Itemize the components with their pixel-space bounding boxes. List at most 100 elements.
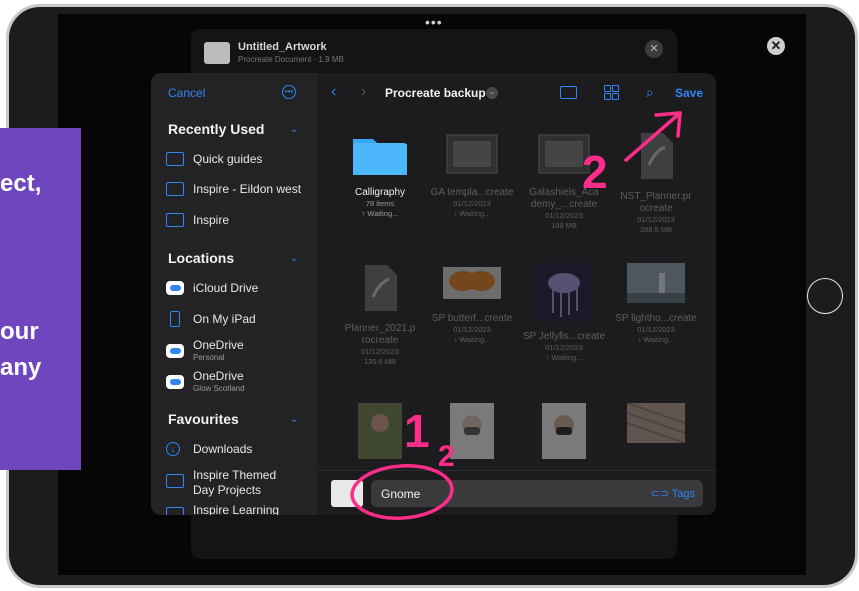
side-panel-text-1: ect,: [0, 170, 42, 197]
onedrive-icon: [166, 375, 184, 389]
file-meta: 01/12/2023: [453, 199, 491, 208]
section-locations[interactable]: Locations: [168, 250, 234, 266]
home-button[interactable]: [807, 278, 843, 314]
sidebar-item-inspire-learning[interactable]: Inspire Learning: [166, 501, 316, 515]
grid-view-icon[interactable]: [604, 85, 619, 100]
icloud-icon: [166, 281, 184, 295]
sidebar-item-inspire[interactable]: Inspire: [166, 211, 316, 233]
sidebar-item-inspire-themed[interactable]: Inspire Themed Day Projects: [166, 466, 316, 497]
filename-input[interactable]: Gnome ⊂⊃ Tags: [371, 480, 703, 507]
file-tile[interactable]: SP Jellyfis...create 01/12/2023 ↑ Waiting.…: [521, 263, 607, 363]
sidebar-item-on-my-ipad[interactable]: On My iPad: [166, 310, 316, 332]
sidebar-item-quick-guides[interactable]: Quick guides: [166, 150, 316, 172]
document-close-icon[interactable]: ✕: [645, 40, 663, 58]
file-thumbnail: [613, 131, 699, 186]
file-name: SP Jellyfis...create: [522, 331, 606, 342]
file-thumbnail: [337, 263, 423, 318]
file-meta: ↑ Waiting...: [637, 335, 675, 344]
file-tile[interactable]: [613, 402, 699, 453]
file-name: Galashiels_Aca demy_...create: [529, 187, 599, 210]
file-meta: ↑ Waiting...: [545, 353, 583, 362]
sidebar-item-icloud-drive[interactable]: iCloud Drive: [166, 279, 316, 301]
sidebar-item-label: OneDrive: [193, 369, 244, 383]
file-thumbnail: [429, 403, 515, 464]
file-thumbnail: [429, 263, 515, 308]
save-button[interactable]: Save: [675, 86, 703, 100]
file-thumbnail: [613, 263, 699, 308]
shared-folder-icon: [166, 182, 184, 196]
file-tile[interactable]: [521, 403, 607, 469]
section-favourites[interactable]: Favourites: [168, 411, 239, 427]
chevron-down-icon[interactable]: ⌄: [290, 124, 298, 135]
file-tile[interactable]: Calligraphy 78 items ↑ Waiting...: [337, 131, 423, 219]
sidebar-item-inspire-eildon-west[interactable]: Inspire - Eildon west: [166, 180, 316, 202]
cancel-button[interactable]: Cancel: [168, 86, 205, 100]
file-meta: 288.5 MB: [639, 225, 673, 234]
file-meta: 01/12/2023: [545, 343, 583, 352]
file-name: SP lightho...create: [615, 313, 697, 324]
multitasking-dots-icon[interactable]: •••: [425, 14, 443, 30]
sidebar-item-label: OneDrive: [193, 338, 244, 352]
file-tile[interactable]: Galashiels_Aca demy_...create 01/12/2023 1…: [521, 131, 607, 231]
file-meta: ↑ Waiting...: [361, 209, 399, 218]
file-meta: 01/12/2023: [637, 325, 675, 334]
chevron-down-icon[interactable]: ⌄: [290, 414, 298, 425]
shared-folder-icon: [166, 507, 184, 515]
tags-button[interactable]: ⊂⊃ Tags: [650, 487, 695, 500]
file-tile[interactable]: SP butterf...create 01/12/2023 ↑ Waiting..…: [429, 263, 515, 345]
forward-chevron-icon[interactable]: ›: [361, 83, 366, 101]
file-meta: 189 MB: [551, 221, 577, 230]
file-meta: ↑ Waiting...: [453, 335, 491, 344]
filename-value[interactable]: Gnome: [381, 487, 420, 501]
tag-icon: ⊂⊃: [650, 488, 672, 500]
folder-title[interactable]: Procreate backup: [385, 86, 486, 100]
sidebar-item-label: Inspire Learning: [193, 503, 280, 515]
sidebar-item-downloads[interactable]: ↓ Downloads: [166, 440, 316, 462]
section-recently-used[interactable]: Recently Used: [168, 121, 264, 137]
file-meta: 78 items: [365, 199, 395, 208]
file-name: SP butterf...create: [431, 313, 513, 324]
file-name: Calligraphy: [354, 187, 406, 198]
file-tile[interactable]: [337, 403, 423, 469]
file-thumbnail: [613, 402, 699, 448]
sidebar-item-onedrive-glow[interactable]: OneDrive Glow Scotland: [166, 367, 316, 395]
chevron-down-icon[interactable]: ⌄: [290, 253, 298, 264]
sidebar: Cancel ••• Recently Used ⌄ Quick guides …: [151, 73, 317, 515]
search-icon[interactable]: ⌕: [646, 84, 654, 101]
chevron-down-icon[interactable]: ⌄: [486, 87, 498, 99]
side-panel-text-2: our: [0, 318, 39, 345]
file-tile[interactable]: Planner_2021.p rocreate 01/12/2023 135.6 M…: [337, 263, 423, 367]
file-meta: 01/12/2023: [637, 215, 675, 224]
file-browser: ‹ › Procreate backup ⌄ ⌕ Save Calligraph…: [317, 73, 716, 515]
download-icon: ↓: [166, 442, 180, 456]
folder-icon: [166, 152, 184, 166]
document-thumbnail: [204, 42, 230, 64]
sidebar-item-label: Downloads: [193, 442, 253, 456]
sidebar-item-label: Quick guides: [193, 152, 263, 166]
file-meta: ↑ Waiting...: [453, 209, 491, 218]
folder-icon: [337, 131, 423, 182]
file-tile[interactable]: GA templa...create 01/12/2023 ↑ Waiting...: [429, 131, 515, 219]
file-tile[interactable]: [429, 403, 515, 469]
file-tile[interactable]: NST_Planner.pr ocreate 01/12/2023 288.5 MB: [613, 131, 699, 235]
close-icon[interactable]: ✕: [767, 37, 785, 55]
file-meta: 01/12/2023: [453, 325, 491, 334]
sidebar-item-onedrive-personal[interactable]: OneDrive Personal: [166, 336, 316, 364]
ipad-icon: [170, 311, 180, 327]
file-thumbnail: [521, 131, 607, 182]
file-thumbnail: [521, 263, 607, 326]
file-meta: 01/12/2023: [361, 347, 399, 356]
new-folder-icon[interactable]: [560, 86, 577, 99]
sidebar-item-label: On My iPad: [193, 312, 256, 326]
file-tile[interactable]: SP lightho...create 01/12/2023 ↑ Waiting..…: [613, 263, 699, 345]
filename-bar: Gnome ⊂⊃ Tags: [317, 470, 716, 515]
file-thumbnail: [429, 131, 515, 182]
sidebar-item-sublabel: Glow Scotland: [193, 384, 245, 393]
sidebar-item-label: Inspire Themed Day Projects: [193, 468, 277, 497]
document-thumbnail: [331, 480, 363, 507]
back-chevron-icon[interactable]: ‹: [331, 83, 336, 101]
save-dialog: Cancel ••• Recently Used ⌄ Quick guides …: [151, 73, 716, 515]
ellipsis-circle-icon[interactable]: •••: [282, 85, 296, 99]
side-panel: ect, our any: [0, 128, 81, 470]
sidebar-item-label: Inspire - Eildon west: [193, 182, 302, 196]
